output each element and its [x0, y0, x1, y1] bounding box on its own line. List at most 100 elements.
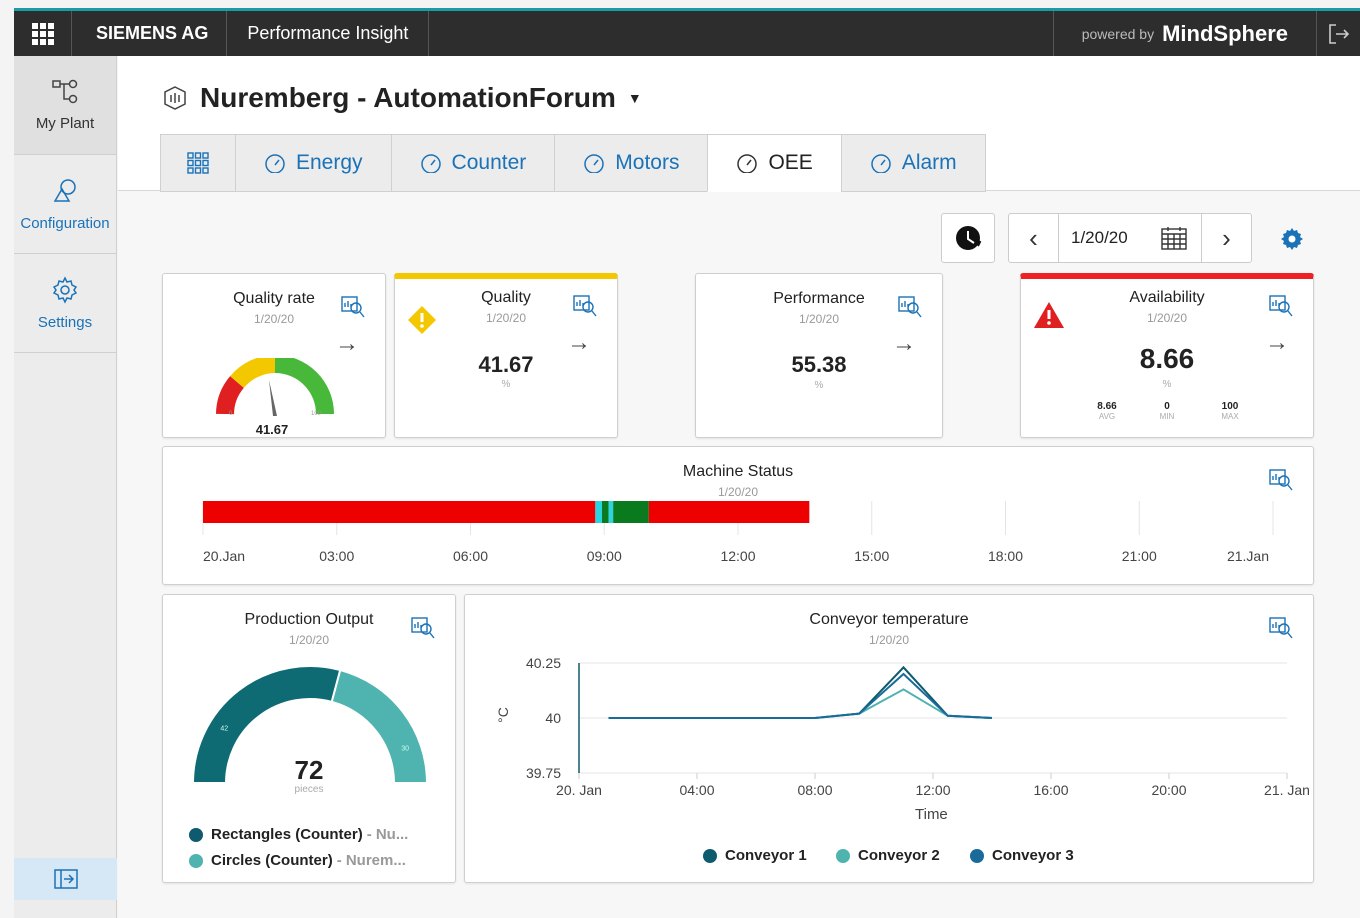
settings-button[interactable] — [1280, 227, 1304, 251]
timeframe-button[interactable] — [941, 213, 995, 263]
chevron-down-icon[interactable]: ▼ — [628, 90, 642, 106]
performance-card: Performance 1/20/20 → 55.38 % — [695, 273, 943, 438]
availability-avg: 8.66 AVG — [1087, 401, 1127, 421]
y-tick-label: 39.75 — [526, 765, 561, 781]
asset-icon — [164, 86, 186, 110]
sidebar-item-label: Settings — [37, 313, 93, 331]
chart-zoom-icon[interactable] — [1269, 295, 1293, 317]
tab-motors[interactable]: Motors — [554, 134, 708, 192]
calendar-icon — [1161, 227, 1187, 250]
gauge-icon — [584, 154, 605, 173]
chart-zoom-icon[interactable] — [898, 296, 922, 318]
legend-label: Rectangles (Counter) — [211, 826, 363, 843]
chevron-left-icon: ‹ — [1029, 222, 1038, 253]
legend-label: Conveyor 3 — [992, 847, 1074, 864]
quality-rate-card: Quality rate 1/20/20 → 0 100 41.67 — [162, 273, 386, 438]
page-header: Nuremberg - AutomationForum ▼ Energy Cou… — [118, 56, 1360, 192]
plant-tree-icon — [52, 79, 78, 103]
legend-item-conveyor-3[interactable]: Conveyor 3 — [970, 847, 1074, 864]
legend-item-conveyor-1[interactable]: Conveyor 1 — [703, 847, 807, 864]
chart-zoom-icon[interactable] — [341, 296, 365, 318]
tick-label: 15:00 — [854, 548, 889, 564]
legend-item-rectangles[interactable]: Rectangles (Counter) - Nu... — [189, 826, 408, 843]
gauge-max-label: 100 — [311, 411, 322, 417]
legend-dot — [970, 848, 984, 863]
x-tick-label: 20. Jan — [556, 782, 602, 798]
tab-bar: Energy Counter Motors OEE Alarm — [160, 134, 986, 192]
gauge-icon — [420, 154, 441, 173]
segment-label: 42 — [220, 725, 228, 732]
date-value: 1/20/20 — [1071, 228, 1128, 247]
gauge-value: 41.67 — [255, 422, 289, 437]
kpi-unit: % — [1162, 379, 1172, 390]
y-tick-label: 40 — [545, 710, 561, 726]
next-date-button[interactable]: › — [1201, 214, 1251, 262]
legend-sub: - Nu... — [366, 826, 409, 843]
legend-item-conveyor-2[interactable]: Conveyor 2 — [836, 847, 940, 864]
sidebar-item-my-plant[interactable]: My Plant — [14, 56, 116, 155]
max-value: 100 — [1221, 401, 1239, 412]
previous-date-button[interactable]: ‹ — [1009, 214, 1059, 262]
configuration-icon — [53, 178, 76, 202]
tick-label: 21.Jan — [1227, 548, 1269, 564]
series-line[interactable] — [608, 665, 993, 719]
legend-label: Circles (Counter) — [211, 852, 333, 869]
status-segment[interactable] — [203, 501, 596, 523]
status-segment[interactable] — [595, 501, 603, 523]
tab-label: Energy — [296, 151, 363, 174]
grid-icon — [187, 152, 209, 174]
x-tick-label: 04:00 — [679, 782, 714, 798]
series-line[interactable] — [608, 672, 993, 719]
tab-counter[interactable]: Counter — [390, 134, 555, 192]
sidebar-item-settings[interactable]: Settings — [14, 254, 116, 353]
clock-history-icon — [956, 226, 982, 250]
logout-button[interactable] — [1316, 11, 1360, 56]
kpi-unit: % — [501, 379, 511, 390]
tab-energy[interactable]: Energy — [235, 134, 391, 192]
powered-by: powered by MindSphere — [1052, 11, 1316, 56]
sidebar-item-configuration[interactable]: Configuration — [14, 155, 116, 254]
tick-label: 18:00 — [988, 548, 1023, 564]
availability-max: 100 MAX — [1210, 401, 1250, 421]
sidebar-item-label: My Plant — [35, 114, 95, 132]
machine-status-chart: 20.Jan 03:00 06:00 09:00 12:00 15:00 18:00 21:0… — [202, 501, 1274, 564]
machine-status-card: Machine Status 1/20/20 20.Jan 03:00 06:00 0… — [162, 446, 1314, 585]
page-title[interactable]: Nuremberg - AutomationForum ▼ — [162, 82, 642, 114]
chart-zoom-icon[interactable] — [573, 295, 597, 317]
status-segment[interactable] — [608, 501, 614, 523]
conveyor-temperature-card: Conveyor temperature 1/20/20 39.75 40 40.2… — [464, 594, 1314, 883]
status-segment[interactable] — [648, 501, 810, 523]
x-tick-label: 21. Jan — [1264, 782, 1310, 798]
page-title-text: Nuremberg - AutomationForum — [200, 82, 616, 113]
status-segment[interactable] — [602, 501, 609, 523]
company-name: SIEMENS AG — [72, 11, 228, 56]
tick-label: 09:00 — [587, 548, 622, 564]
legend-dot — [189, 853, 203, 868]
legend-dot — [703, 848, 717, 863]
gauge-min-label: 0 — [229, 411, 233, 417]
x-axis-label: Time — [915, 806, 948, 823]
top-bar: SIEMENS AG Performance Insight powered b… — [14, 8, 1360, 56]
y-tick-label: 40.25 — [526, 655, 561, 671]
production-total: 72 — [294, 755, 324, 785]
avg-label: AVG — [1098, 412, 1116, 421]
legend-item-circles[interactable]: Circles (Counter) - Nurem... — [189, 852, 406, 869]
chart-zoom-icon[interactable] — [411, 617, 435, 639]
legend-dot — [189, 827, 203, 842]
collapse-sidebar-button[interactable] — [14, 858, 117, 900]
arrow-right-icon[interactable]: → — [335, 330, 359, 358]
date-picker[interactable]: 1/20/20 — [1059, 226, 1201, 250]
sidebar: My Plant Configuration Settings — [14, 56, 117, 918]
tab-label: Alarm — [901, 151, 957, 174]
tab-overview[interactable] — [160, 134, 235, 192]
tab-alarm[interactable]: Alarm — [840, 134, 986, 192]
quality-card: Quality 1/20/20 → 41.67 % — [394, 273, 618, 438]
app-launcher-button[interactable] — [14, 11, 72, 56]
tab-oee[interactable]: OEE — [707, 134, 841, 192]
expand-panel-icon — [53, 869, 78, 889]
date-navigator: ‹ 1/20/20 › — [1008, 213, 1252, 263]
legend-label: Conveyor 1 — [725, 847, 807, 864]
gear-icon — [52, 275, 78, 304]
status-segment[interactable] — [613, 501, 649, 523]
logout-icon — [1328, 23, 1349, 44]
